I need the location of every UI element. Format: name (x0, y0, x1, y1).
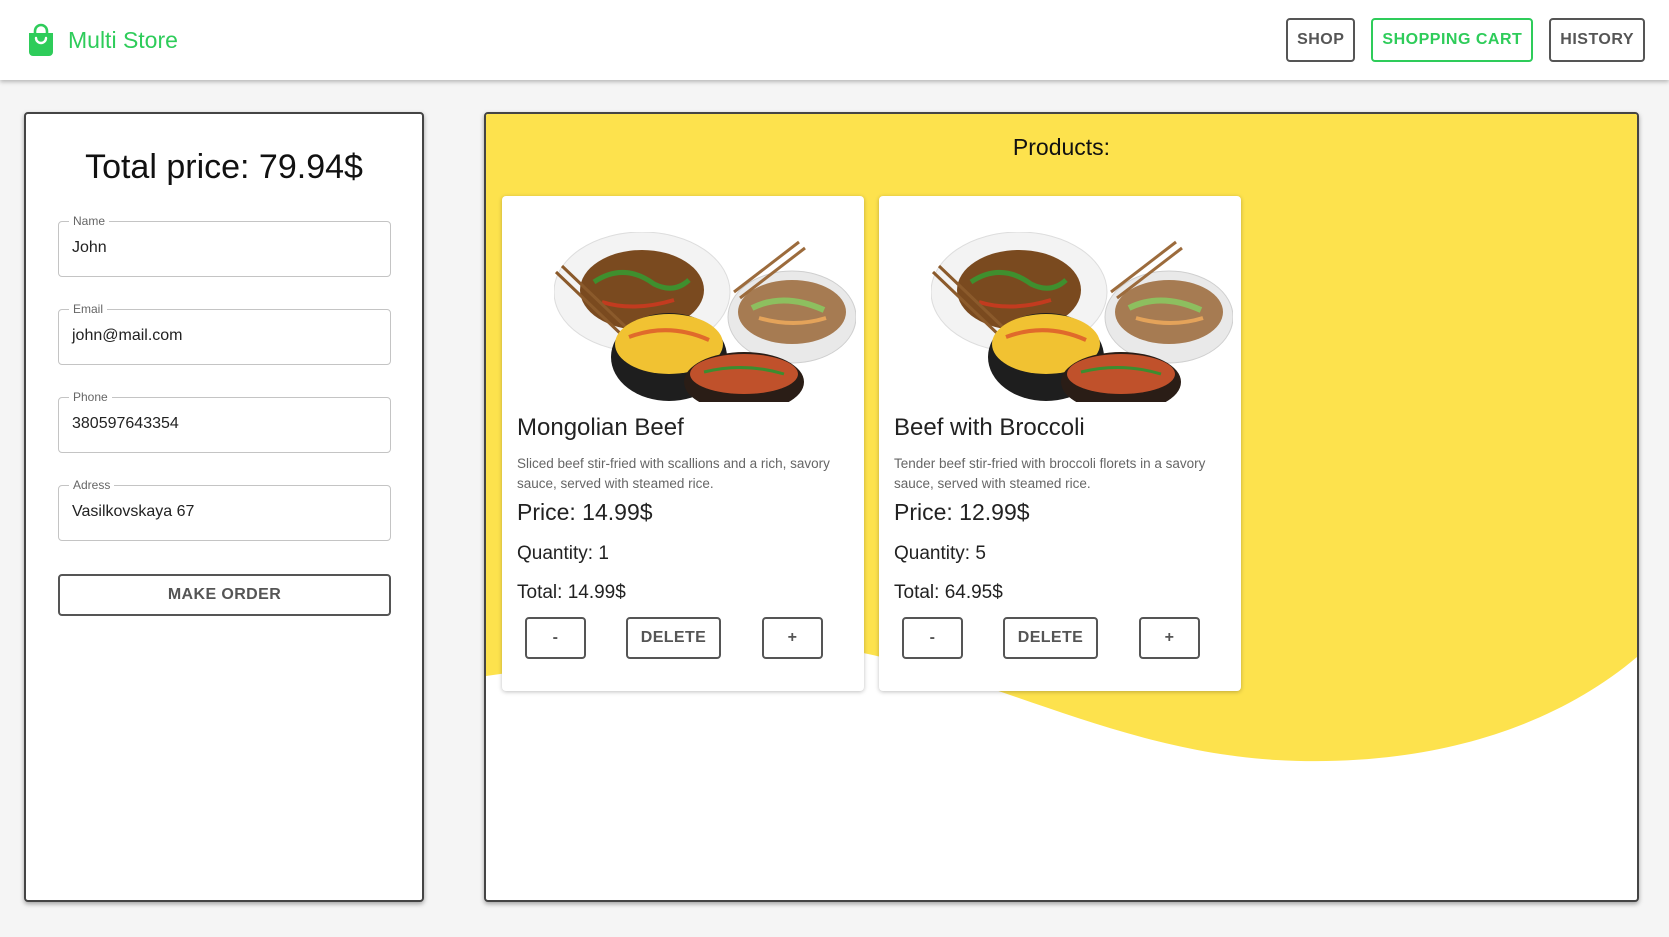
products-title: Products: (1012, 134, 1111, 160)
product-quantity: Quantity: 5 (894, 543, 986, 564)
product-image (931, 232, 1233, 402)
product-card: Beef with Broccoli Tender beef stir-frie… (879, 196, 1241, 691)
nav-history-button[interactable]: HISTORY (1549, 18, 1645, 62)
product-quantity: Quantity: 1 (517, 543, 609, 564)
phone-field-value[interactable]: 380597643354 (72, 415, 179, 433)
decrease-quantity-button[interactable]: - (525, 617, 586, 659)
product-total: Total: 14.99$ (517, 582, 626, 603)
name-field-label: Name (69, 214, 110, 228)
product-image (554, 232, 856, 402)
address-field-value[interactable]: Vasilkovskaya 67 (72, 503, 194, 521)
name-field[interactable]: Name John (58, 214, 391, 277)
main-nav: SHOP SHOPPING CART HISTORY (1286, 18, 1645, 62)
brand[interactable]: Multi Store (26, 23, 178, 57)
delete-button[interactable]: DELETE (1003, 617, 1098, 659)
email-field-label: Email (69, 302, 108, 316)
email-field[interactable]: Email john@mail.com (58, 302, 391, 365)
product-price: Price: 12.99$ (894, 499, 1030, 525)
shopping-bag-icon (29, 23, 53, 56)
address-field[interactable]: Adress Vasilkovskaya 67 (58, 478, 391, 541)
phone-field[interactable]: Phone 380597643354 (58, 390, 391, 453)
total-price: Total price: 79.94$ (85, 148, 363, 186)
email-field-value[interactable]: john@mail.com (72, 327, 183, 345)
product-title: Mongolian Beef (517, 414, 684, 441)
increase-quantity-button[interactable]: + (762, 617, 823, 659)
phone-field-label: Phone (69, 390, 112, 404)
increase-quantity-button[interactable]: + (1139, 617, 1200, 659)
app-bar: Multi Store SHOP SHOPPING CART HISTORY (0, 0, 1669, 80)
order-panel: Total price: 79.94$ Name John Email john… (24, 112, 424, 902)
address-field-label: Adress (69, 478, 115, 492)
product-price: Price: 14.99$ (517, 499, 653, 525)
nav-shopping-cart-button[interactable]: SHOPPING CART (1371, 18, 1534, 62)
product-title: Beef with Broccoli (894, 414, 1085, 441)
decrease-quantity-button[interactable]: - (902, 617, 963, 659)
product-description: Tender beef stir-fried with broccoli flo… (894, 456, 1206, 491)
nav-shop-button[interactable]: SHOP (1286, 18, 1356, 62)
make-order-button[interactable]: MAKE ORDER (58, 574, 391, 616)
product-total: Total: 64.95$ (894, 582, 1003, 603)
brand-name: Multi Store (68, 26, 178, 53)
delete-button[interactable]: DELETE (626, 617, 721, 659)
product-card: Mongolian Beef Sliced beef stir-fried wi… (502, 196, 864, 691)
products-panel: Products: Mongolian Beef Sliced beef sti… (484, 112, 1639, 902)
product-description: Sliced beef stir-fried with scallions an… (517, 456, 830, 491)
name-field-value[interactable]: John (72, 239, 107, 257)
